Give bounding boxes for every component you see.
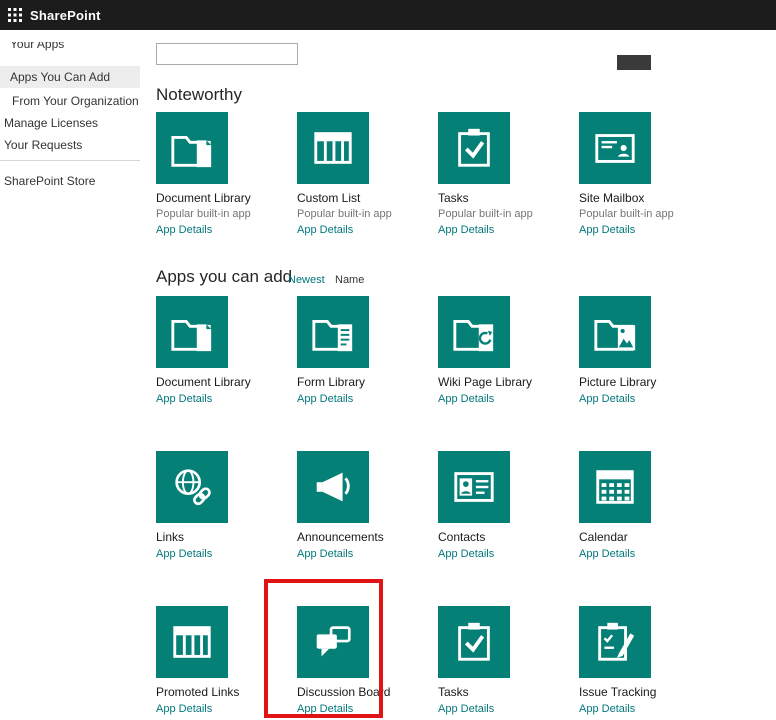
app-name: Links [156, 530, 185, 544]
discussion-board-icon [297, 606, 369, 678]
left-nav: Your Apps Apps You Can Add From Your Org… [0, 30, 148, 720]
app-name: Site Mailbox [579, 191, 645, 205]
sidebar-item-sharepoint-store[interactable]: SharePoint Store [0, 170, 140, 192]
app-tile-calendar[interactable]: Calendar App Details [579, 451, 711, 562]
app-details-link[interactable]: App Details [297, 393, 353, 405]
app-name: Contacts [438, 530, 486, 544]
app-tile-announcements[interactable]: Announcements App Details [297, 451, 429, 562]
tasks-icon [438, 112, 510, 184]
app-tile-discussion-board[interactable]: Discussion Board App Details [297, 606, 429, 717]
suite-bar-title: SharePoint [30, 7, 101, 23]
sidebar-item-your-apps[interactable]: Your Apps [0, 42, 148, 53]
app-tile-links[interactable]: Links App Details [156, 451, 288, 562]
app-tile-document-library[interactable]: Document Library App Details [156, 296, 288, 407]
sort-newest-link[interactable]: Newest [288, 274, 325, 286]
picture-library-icon [579, 296, 651, 368]
app-details-link[interactable]: App Details [579, 224, 635, 236]
tasks-icon [438, 606, 510, 678]
app-subtitle: Popular built-in app [156, 208, 251, 220]
sidebar-item-from-your-organization[interactable]: From Your Organization [0, 90, 140, 112]
app-name: Promoted Links [156, 685, 240, 699]
app-name: Document Library [156, 375, 251, 389]
app-name: Picture Library [579, 375, 657, 389]
calendar-icon [579, 451, 651, 523]
sidebar-item-label: From Your Organization [12, 94, 139, 108]
links-icon [156, 451, 228, 523]
app-subtitle: Popular built-in app [438, 208, 533, 220]
sidebar-item-apps-you-can-add[interactable]: Apps You Can Add [0, 66, 140, 88]
sidebar-item-label: SharePoint Store [4, 174, 96, 188]
app-tile-site-mailbox[interactable]: Site Mailbox Popular built-in app App De… [579, 112, 711, 238]
app-name: Tasks [438, 191, 469, 205]
app-name: Document Library [156, 191, 251, 205]
app-name: Custom List [297, 191, 361, 205]
waffle-grid-icon [8, 8, 22, 22]
app-tile-wiki-page-library[interactable]: Wiki Page Library App Details [438, 296, 570, 407]
app-details-link[interactable]: App Details [438, 548, 494, 560]
app-name: Discussion Board [297, 685, 391, 699]
sidebar-item-label: Your Requests [4, 138, 83, 152]
wiki-page-library-icon [438, 296, 510, 368]
app-tile-promoted-links[interactable]: Promoted Links App Details [156, 606, 288, 717]
sidebar-item-label: Apps You Can Add [10, 70, 111, 84]
sharepoint-add-app-page: SharePoint Your Apps Apps You Can Add Fr… [0, 0, 776, 720]
app-tile-contacts[interactable]: Contacts App Details [438, 451, 570, 562]
app-name: Form Library [297, 375, 366, 389]
app-details-link[interactable]: App Details [156, 548, 212, 560]
custom-list-icon [297, 112, 369, 184]
announcements-icon [297, 451, 369, 523]
form-library-icon [297, 296, 369, 368]
app-tile-picture-library[interactable]: Picture Library App Details [579, 296, 711, 407]
suite-bar: SharePoint [0, 0, 776, 30]
app-tile-custom-list[interactable]: Custom List Popular built-in app App Det… [297, 112, 429, 238]
app-subtitle: Popular built-in app [297, 208, 392, 220]
noteworthy-heading: Noteworthy [156, 85, 242, 104]
app-name: Tasks [438, 685, 469, 699]
app-subtitle: Popular built-in app [579, 208, 674, 220]
sort-name-link[interactable]: Name [335, 274, 364, 286]
apps-you-can-add-heading: Apps you can add [156, 267, 293, 286]
document-library-icon [156, 296, 228, 368]
app-tile-issue-tracking[interactable]: Issue Tracking App Details [579, 606, 711, 717]
app-details-link[interactable]: App Details [579, 548, 635, 560]
app-name: Calendar [579, 530, 628, 544]
sidebar-item-label: Manage Licenses [4, 116, 99, 130]
app-details-link[interactable]: App Details [297, 224, 353, 236]
cropped-ui-fragment [617, 55, 651, 70]
app-tile-tasks[interactable]: Tasks App Details [438, 606, 570, 717]
sidebar-item-your-requests[interactable]: Your Requests [0, 134, 140, 156]
app-details-link[interactable]: App Details [297, 548, 353, 560]
site-mailbox-icon [579, 112, 651, 184]
app-details-link[interactable]: App Details [297, 703, 353, 715]
contacts-icon [438, 451, 510, 523]
issue-tracking-icon [579, 606, 651, 678]
app-name: Wiki Page Library [438, 375, 533, 389]
app-details-link[interactable]: App Details [156, 393, 212, 405]
app-details-link[interactable]: App Details [156, 703, 212, 715]
app-details-link[interactable]: App Details [579, 393, 635, 405]
app-details-link[interactable]: App Details [438, 703, 494, 715]
app-tile-tasks[interactable]: Tasks Popular built-in app App Details [438, 112, 570, 238]
app-name: Announcements [297, 530, 384, 544]
app-launcher-icon[interactable] [0, 0, 30, 30]
app-details-link[interactable]: App Details [438, 393, 494, 405]
find-app-search-input[interactable] [156, 43, 298, 65]
sidebar-item-manage-licenses[interactable]: Manage Licenses [0, 112, 140, 134]
app-tile-form-library[interactable]: Form Library App Details [297, 296, 429, 407]
sidebar-divider [0, 160, 140, 161]
app-details-link[interactable]: App Details [156, 224, 212, 236]
sidebar-item-label: Your Apps [10, 42, 65, 51]
document-library-icon [156, 112, 228, 184]
app-name: Issue Tracking [579, 685, 657, 699]
app-details-link[interactable]: App Details [438, 224, 494, 236]
app-details-link[interactable]: App Details [579, 703, 635, 715]
promoted-links-icon [156, 606, 228, 678]
app-tile-document-library[interactable]: Document Library Popular built-in app Ap… [156, 112, 288, 238]
